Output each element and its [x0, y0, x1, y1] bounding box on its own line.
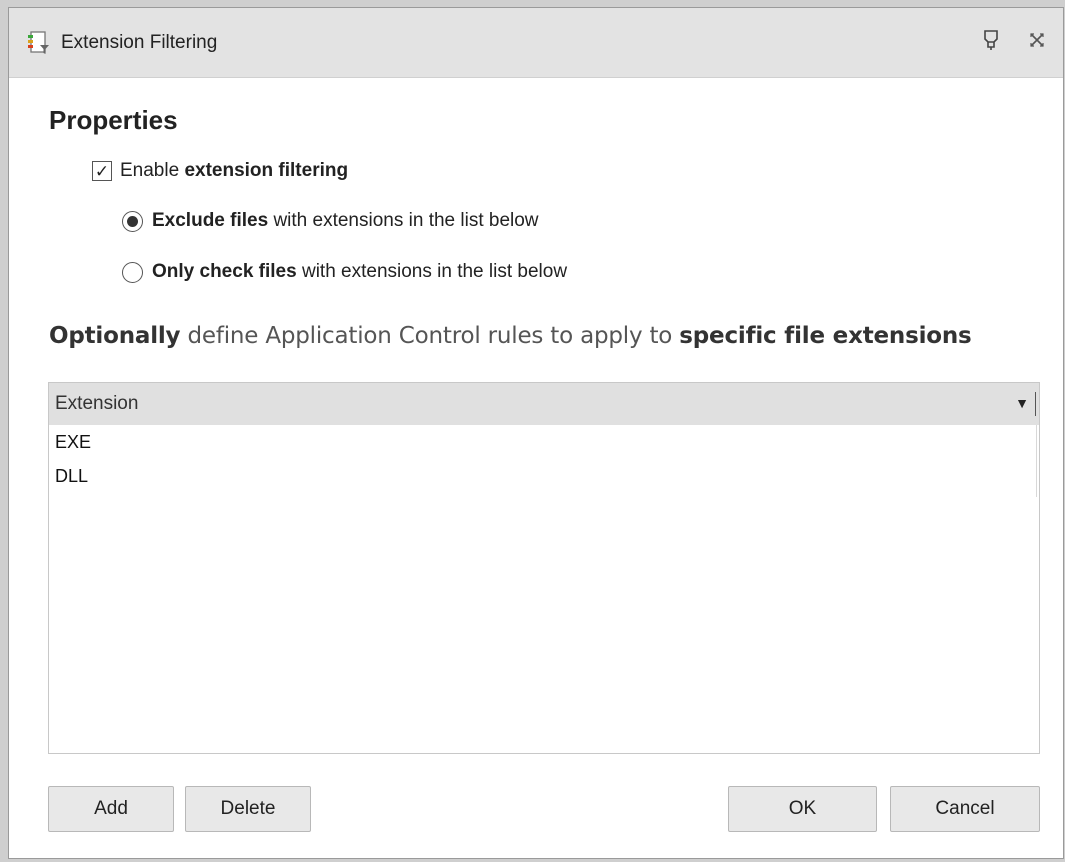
delete-button[interactable]: Delete — [185, 786, 311, 832]
optional-bold-2: specific file extensions — [679, 323, 972, 349]
dialog-window: Extension Filtering Properties ✓ Enable … — [8, 7, 1064, 859]
page-title: Properties — [49, 105, 178, 135]
optional-mid: define Application Control rules to appl… — [180, 323, 680, 349]
checkbox-checked-icon[interactable]: ✓ — [92, 161, 112, 181]
radio-unselected-icon[interactable] — [122, 261, 143, 283]
enable-label-bold: extension filtering — [184, 160, 349, 181]
ok-button[interactable]: OK — [728, 786, 877, 832]
enable-extension-filtering-checkbox[interactable]: ✓ Enable extension filtering — [92, 160, 348, 182]
exclude-label-bold: Exclude files — [152, 210, 269, 231]
exclude-files-radio[interactable]: Exclude files with extensions in the lis… — [122, 210, 539, 232]
grid-column-header-extension[interactable]: Extension ▼ — [49, 383, 1039, 425]
title-bar: Extension Filtering — [9, 8, 1063, 78]
cancel-button[interactable]: Cancel — [890, 786, 1040, 832]
only-check-label-bold: Only check files — [152, 261, 297, 282]
optional-bold-1: Optionally — [49, 323, 181, 349]
optional-rules-description: Optionally define Application Control ru… — [49, 323, 972, 349]
dropdown-arrow-icon[interactable]: ▼ — [1015, 395, 1029, 411]
close-icon[interactable] — [1025, 28, 1049, 52]
table-row[interactable]: DLL — [49, 459, 1039, 493]
pin-icon[interactable] — [979, 28, 1003, 52]
table-row[interactable]: EXE — [49, 425, 1039, 459]
grid-scroll-edge — [1036, 425, 1037, 497]
only-check-label-rest: with extensions in the list below — [296, 261, 568, 282]
only-check-files-radio[interactable]: Only check files with extensions in the … — [122, 261, 567, 283]
radio-selected-icon[interactable] — [122, 210, 143, 232]
extension-grid[interactable]: Extension ▼ EXE DLL — [48, 382, 1040, 754]
window-title: Extension Filtering — [61, 31, 218, 53]
add-button[interactable]: Add — [48, 786, 174, 832]
exclude-label-rest: with extensions in the list below — [268, 210, 539, 231]
file-filter-icon — [28, 30, 49, 54]
column-resize-handle[interactable] — [1035, 392, 1036, 416]
enable-label-prefix: Enable — [120, 160, 185, 181]
column-header-label: Extension — [55, 393, 139, 414]
